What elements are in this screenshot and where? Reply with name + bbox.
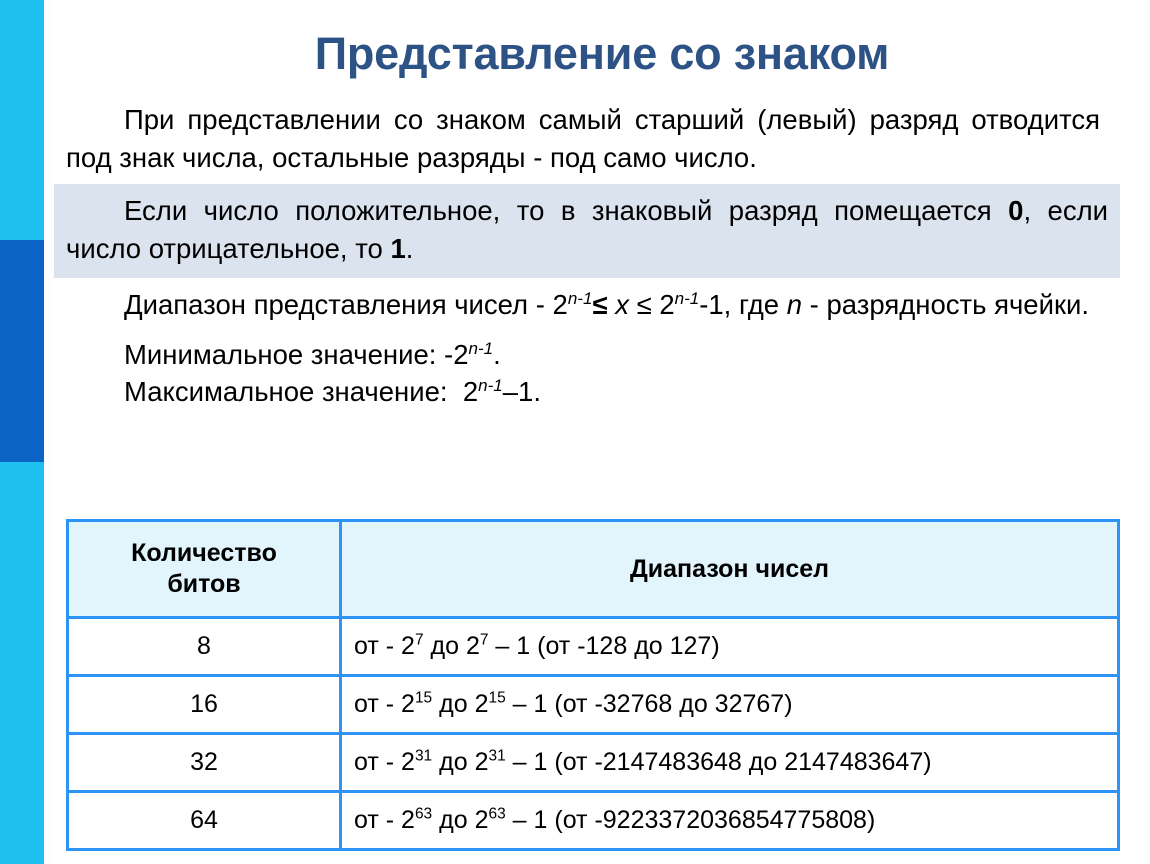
min-value-end: . [493,338,501,370]
page-title: Представление со знаком [314,28,890,79]
rule-positive-bit: 0 [1008,195,1024,227]
range-exponent-first: 15 [414,689,433,707]
table-header-bits-line2: битов [167,570,241,598]
table-cell-bits: 64 [66,790,342,851]
range-exponent-right: n-1 [674,288,700,308]
table-header-bits: Количество битов [66,519,342,619]
range-variable-n: n [786,289,803,320]
range-end-text: - разрядность ячейки. [802,289,1089,320]
sidebar-gap [44,0,54,864]
table-header-bits-line1: Количество [131,539,277,567]
rule-suffix-text: . [405,233,414,265]
max-value-end: –1. [502,376,541,408]
sidebar-decoration-strip [0,0,44,864]
slide-content: Представление со знаком При представлени… [54,0,1150,864]
range-tail-text: -1, где [699,289,787,320]
range-exponent-first: 7 [414,631,424,649]
range-variable: x [615,289,629,320]
range-lead-text: Диапазон представления чисел - 2 [124,289,568,320]
range-prefix: от - 2 [354,690,415,718]
rule-negative-bit: 1 [390,233,406,265]
table-cell-range: от - 215 до 215 – 1 (от -32768 до 32767) [339,674,1120,735]
table-row: 16 от - 215 до 215 – 1 (от -32768 до 3276… [66,674,1120,735]
range-statement-paragraph: Диапазон представления чисел - 2n-1≤ x ≤… [54,286,1120,324]
range-middle: до 2 [432,748,489,776]
max-value-line: Максимальное значение: 2n-1–1. [54,373,1150,410]
table-cell-range: от - 263 до 263 – 1 (от -922337203685477… [339,790,1120,851]
minmax-block: Минимальное значение: -2n-1. Максимально… [54,336,1150,411]
range-relation-right: ≤ [636,289,652,320]
table-cell-bits: 32 [66,732,342,793]
range-exponent-left: n-1 [567,288,593,308]
max-value-label: Максимальное значение: [124,376,448,408]
table-body: 8 от - 27 до 27 – 1 (от -128 до 127) 16 от … [66,616,1120,851]
table-row: 64 от - 263 до 263 – 1 (от -9223372036854… [66,790,1120,851]
range-suffix: – 1 (от -128 до 127) [488,632,720,660]
min-value-label: Минимальное значение: [124,338,437,370]
range-exponent-second: 63 [488,805,506,823]
bit-range-table: Количество битов Диапазон чисел 8 от - 27 … [66,519,1120,851]
table-cell-range: от - 27 до 27 – 1 (от -128 до 127) [339,616,1120,677]
range-base-right: 2 [659,289,675,320]
range-exponent-first: 63 [414,805,433,823]
range-middle: до 2 [432,806,489,834]
range-exponent-second: 31 [488,747,506,765]
table-row: 32 от - 231 до 231 – 1 (от -2147483648 до… [66,732,1120,793]
range-prefix: от - 2 [354,806,415,834]
min-value-base: -2 [444,338,469,370]
sidebar-accent-block [0,240,44,462]
intro-paragraph: При представлении со знаком самый старши… [66,104,1100,174]
range-suffix: – 1 (от -9223372036854775808) [505,806,876,834]
range-prefix: от - 2 [354,632,415,660]
range-exponent-second: 15 [488,689,506,707]
rule-prefix-text: Если число положительное, то в знаковый … [124,195,1009,227]
table-header-range: Диапазон чисел [339,519,1120,619]
range-table-container: Количество битов Диапазон чисел 8 от - 27 … [66,519,1120,851]
range-exponent-first: 31 [414,747,433,765]
table-cell-bits: 16 [66,674,342,735]
max-value-base: 2 [462,376,479,408]
range-middle: до 2 [432,690,489,718]
min-value-exponent: n-1 [468,338,494,358]
range-prefix: от - 2 [354,748,415,776]
table-header: Количество битов Диапазон чисел [66,519,1120,619]
range-suffix: – 1 (от -2147483648 до 2147483647) [505,748,932,776]
table-cell-range: от - 231 до 231 – 1 (от -2147483648 до 2… [339,732,1120,793]
table-header-row: Количество битов Диапазон чисел [66,519,1120,619]
min-value-line: Минимальное значение: -2n-1. [54,336,1150,373]
table-row: 8 от - 27 до 27 – 1 (от -128 до 127) [66,616,1120,677]
table-cell-bits: 8 [66,616,342,677]
range-relation-left: ≤ [592,289,608,320]
sign-bit-rule-paragraph: Если число положительное, то в знаковый … [54,184,1120,278]
range-middle: до 2 [423,632,480,660]
range-suffix: – 1 (от -32768 до 32767) [505,690,793,718]
max-value-exponent: n-1 [478,376,503,396]
